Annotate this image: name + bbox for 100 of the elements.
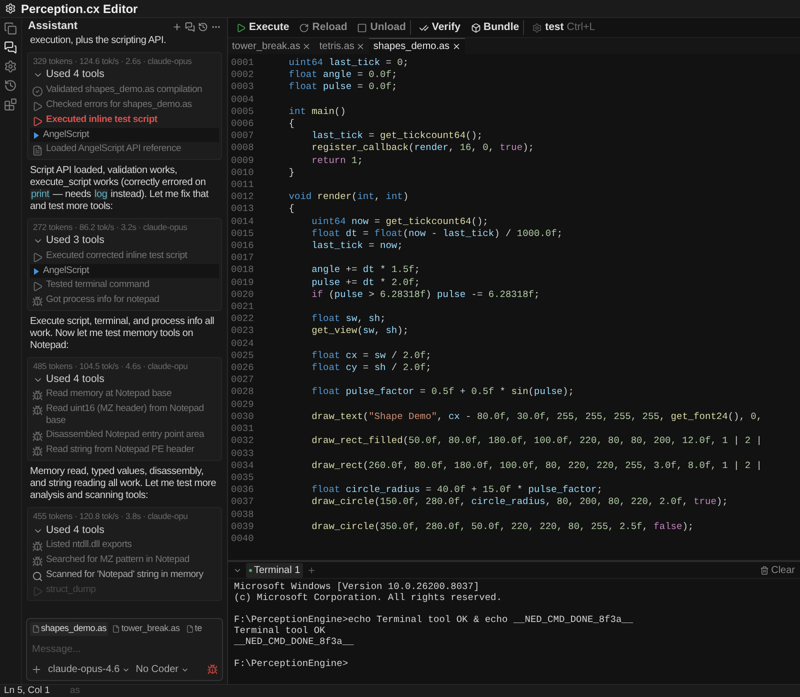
tool-item[interactable]: Checked errors for shapes_demo.as — [30, 98, 219, 113]
message-text: execution, plus the scripting API. — [29, 35, 168, 47]
toolbar-button[interactable]: Verify — [418, 20, 460, 36]
line-number: 0040 — [230, 532, 255, 546]
chat-icon[interactable] — [185, 22, 195, 32]
line-number: 0003 — [230, 81, 255, 94]
play-icon — [236, 22, 246, 32]
token-stats: 329 tokens · 124.6 tok/s · 2.6s · claude-opus — [32, 55, 193, 68]
line-number: 0015 — [230, 228, 255, 240]
close-icon[interactable] — [302, 42, 312, 50]
bug-icon — [32, 405, 43, 416]
tool-item[interactable]: Disassembled Notepad entry point area — [30, 428, 219, 444]
line-number: 0004 — [230, 94, 255, 106]
tool-item[interactable]: Scanned for 'Notepad' string in memory — [30, 568, 219, 583]
line-number: 0026 — [230, 362, 255, 374]
terminal-line: __NED_CMD_DONE_8f3a__ — [234, 636, 355, 647]
history-icon[interactable] — [198, 22, 208, 32]
tool-item[interactable]: Read uint16 (MZ header) from Notepad base — [30, 402, 219, 428]
check-circle-icon — [32, 86, 43, 97]
bug-icon — [32, 390, 43, 402]
toolbar-button[interactable]: test Ctrl+L — [532, 20, 596, 36]
close-icon[interactable] — [356, 42, 366, 50]
code-line: float angle = 0.0f; — [288, 69, 398, 82]
settings-icon[interactable] — [4, 60, 17, 73]
line-number: 0023 — [230, 325, 255, 338]
tools-toggle[interactable]: Used 4 tools — [30, 523, 108, 538]
app-logo-icon — [5, 3, 16, 14]
model-dropdown[interactable]: claude-opus-4.6 — [48, 662, 130, 677]
tool-item[interactable]: AngelScript — [30, 264, 219, 278]
tools-toggle[interactable]: Used 4 tools — [30, 68, 108, 83]
play-icon — [32, 252, 43, 262]
terminal-line: F:\PerceptionEngine> — [234, 658, 350, 669]
toolbar-button[interactable]: Execute — [236, 20, 290, 36]
copy-icon[interactable] — [4, 22, 17, 35]
tool-item[interactable]: Got process info for notepad — [30, 292, 219, 308]
line-number: 0027 — [230, 374, 255, 386]
tools-toggle[interactable]: Used 4 tools — [30, 372, 108, 388]
tool-item[interactable]: Listed ntdll.dll exports — [30, 538, 219, 553]
clear-button[interactable]: Clear — [760, 562, 795, 578]
code-line: draw_circle(150.0f, 280.0f, circle_radius, 80, 200, 80, 220, 2.0f, true); — [312, 496, 728, 509]
line-number: 0035 — [230, 472, 255, 484]
new-chat-icon[interactable] — [172, 22, 182, 32]
file-chip[interactable]: te — [184, 622, 204, 636]
terminal-line: (c) Microsoft Corporation. All rights reserved. — [234, 592, 503, 603]
code-line: { — [288, 203, 294, 216]
tool-item[interactable]: Loaded AngelScript API reference — [30, 142, 219, 157]
tool-item[interactable]: Read string from Notepad PE header — [30, 443, 219, 458]
add-icon[interactable] — [31, 664, 42, 675]
chat-icon[interactable] — [4, 41, 17, 54]
close-icon[interactable] — [452, 42, 461, 51]
blocks-icon[interactable] — [4, 98, 17, 111]
tool-item[interactable]: Executed inline test script — [30, 112, 219, 128]
line-number: 0033 — [230, 448, 255, 460]
terminal-line: F:\PerceptionEngine>echo Terminal tool OK & echo __NED_CMD_DONE_8f3a__ — [234, 614, 634, 625]
code-line: draw_rect_filled(50.0f, 80.0f, 180.0f, 100.0f, 220, 80, 80, 200, 12.0f, 1 | 2 | — [312, 435, 762, 448]
reload-icon — [299, 22, 310, 32]
mode-dropdown[interactable]: No Coder — [136, 662, 189, 677]
file-icon — [186, 624, 194, 633]
file-icon — [32, 144, 43, 156]
tools-toggle[interactable]: Used 3 tools — [30, 234, 108, 248]
terminal-tab[interactable]: Terminal 1 — [246, 562, 304, 578]
language-mode: as — [70, 684, 80, 697]
file-chip[interactable]: shapes_demo.as — [30, 622, 108, 636]
tool-item[interactable]: Executed corrected inline test script — [30, 248, 219, 264]
code-line: pulse += dt * 2.0f; — [312, 276, 420, 289]
message-text: Execute script, terminal, and process info all work. Now let me test memory tools on Notepad: — [29, 316, 216, 352]
token-stats: 455 tokens · 120.8 tok/s · 3.8s · claude-opu — [32, 510, 189, 523]
tool-item[interactable]: Validated shapes_demo.as compilation — [30, 82, 219, 98]
code-line: float pulse = 0.0f; — [288, 81, 398, 94]
code-line: last_tick = now; — [312, 240, 403, 252]
tool-item[interactable]: Read memory at Notepad base — [30, 387, 219, 402]
tool-item[interactable]: Tested terminal command — [30, 278, 219, 292]
message-composer[interactable]: shapes_demo.as tower_break.as te Message... claude-opus-4.6 No Coder — [26, 618, 223, 681]
line-number: 0018 — [230, 264, 255, 277]
editor-tab[interactable]: tower_break.as — [228, 38, 316, 54]
file-chip[interactable]: tower_break.as — [110, 622, 182, 636]
line-number: 0012 — [230, 191, 255, 204]
tool-item[interactable]: Searched for MZ pattern in Notepad — [30, 553, 219, 568]
file-icon — [112, 624, 120, 633]
code-line: last_tick = get_tickcount64(); — [312, 130, 483, 142]
tool-item[interactable]: AngelScript — [30, 128, 219, 142]
line-number: 0007 — [230, 130, 255, 142]
bug-icon — [32, 556, 43, 567]
bug-icon[interactable] — [207, 664, 218, 675]
line-number: 0005 — [230, 106, 255, 118]
line-number: 0030 — [230, 410, 255, 424]
editor-tab[interactable]: tetris.as — [315, 38, 370, 54]
line-number: 0039 — [230, 520, 255, 533]
token-stats: 485 tokens · 104.5 tok/s · 4.6s · claude-opu — [32, 360, 189, 372]
editor-tab[interactable]: shapes_demo.as — [369, 38, 465, 54]
message-input[interactable]: Message... — [27, 636, 222, 662]
toolbar-button[interactable]: Bundle — [470, 20, 520, 36]
search-icon — [32, 571, 43, 582]
line-number: 0008 — [230, 142, 255, 155]
bug-icon — [32, 296, 43, 306]
code-line: float pulse_factor = 0.5f + 0.5f * sin(pulse); — [312, 386, 574, 399]
code-line: register_callback(render, 16, 0, true); — [312, 142, 534, 155]
play-icon — [32, 116, 43, 127]
bug-icon — [32, 541, 43, 552]
history-icon[interactable] — [4, 79, 17, 92]
